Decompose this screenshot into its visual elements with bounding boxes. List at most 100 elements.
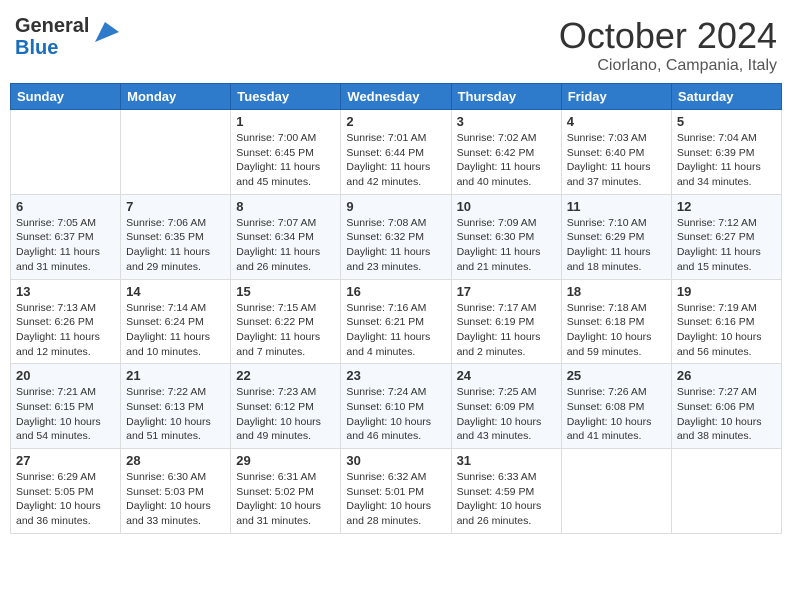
table-row: 30 Sunrise: 6:32 AMSunset: 5:01 PMDayligh… — [341, 449, 451, 534]
day-info: Sunrise: 7:14 AMSunset: 6:24 PMDaylight:… — [126, 301, 225, 360]
day-info: Sunrise: 7:27 AMSunset: 6:06 PMDaylight:… — [677, 385, 776, 444]
day-info: Sunrise: 7:17 AMSunset: 6:19 PMDaylight:… — [457, 301, 556, 360]
table-row — [561, 449, 671, 534]
logo-icon — [91, 18, 119, 46]
day-number: 18 — [567, 284, 666, 299]
calendar-week-row: 1 Sunrise: 7:00 AMSunset: 6:45 PMDaylight… — [11, 110, 782, 195]
col-thursday: Thursday — [451, 84, 561, 110]
day-info: Sunrise: 7:02 AMSunset: 6:42 PMDaylight:… — [457, 131, 556, 190]
day-info: Sunrise: 6:30 AMSunset: 5:03 PMDaylight:… — [126, 470, 225, 529]
day-info: Sunrise: 6:31 AMSunset: 5:02 PMDaylight:… — [236, 470, 335, 529]
month-year: October 2024 — [559, 15, 777, 57]
day-info: Sunrise: 7:21 AMSunset: 6:15 PMDaylight:… — [16, 385, 115, 444]
table-row: 3Sunrise: 7:02 AMSunset: 6:42 PMDaylight… — [451, 110, 561, 195]
table-row: 28 Sunrise: 6:30 AMSunset: 5:03 PMDayligh… — [121, 449, 231, 534]
day-number: 13 — [16, 284, 115, 299]
day-number: 14 — [126, 284, 225, 299]
day-number: 25 — [567, 368, 666, 383]
calendar-table: Sunday Monday Tuesday Wednesday Thursday… — [10, 83, 782, 534]
day-number: 9 — [346, 199, 445, 214]
col-tuesday: Tuesday — [231, 84, 341, 110]
day-info: Sunrise: 7:19 AMSunset: 6:16 PMDaylight:… — [677, 301, 776, 360]
day-number: 15 — [236, 284, 335, 299]
day-info: Sunrise: 7:12 AMSunset: 6:27 PMDaylight:… — [677, 216, 776, 275]
day-number: 29 — [236, 453, 335, 468]
table-row: 24Sunrise: 7:25 AMSunset: 6:09 PMDayligh… — [451, 364, 561, 449]
col-wednesday: Wednesday — [341, 84, 451, 110]
day-number: 11 — [567, 199, 666, 214]
col-friday: Friday — [561, 84, 671, 110]
calendar-header-row: Sunday Monday Tuesday Wednesday Thursday… — [11, 84, 782, 110]
table-row: 26Sunrise: 7:27 AMSunset: 6:06 PMDayligh… — [671, 364, 781, 449]
day-info: Sunrise: 7:22 AMSunset: 6:13 PMDaylight:… — [126, 385, 225, 444]
title-block: October 2024 Ciorlano, Campania, Italy — [559, 15, 777, 75]
day-info: Sunrise: 7:24 AMSunset: 6:10 PMDaylight:… — [346, 385, 445, 444]
table-row: 8Sunrise: 7:07 AMSunset: 6:34 PMDaylight… — [231, 194, 341, 279]
table-row: 21Sunrise: 7:22 AMSunset: 6:13 PMDayligh… — [121, 364, 231, 449]
day-info: Sunrise: 7:06 AMSunset: 6:35 PMDaylight:… — [126, 216, 225, 275]
table-row: 7 Sunrise: 7:06 AMSunset: 6:35 PMDaylight… — [121, 194, 231, 279]
day-number: 31 — [457, 453, 556, 468]
table-row: 27Sunrise: 6:29 AMSunset: 5:05 PMDayligh… — [11, 449, 121, 534]
day-info: Sunrise: 7:03 AMSunset: 6:40 PMDaylight:… — [567, 131, 666, 190]
day-info: Sunrise: 7:25 AMSunset: 6:09 PMDaylight:… — [457, 385, 556, 444]
day-number: 23 — [346, 368, 445, 383]
table-row: 15Sunrise: 7:15 AMSunset: 6:22 PMDayligh… — [231, 279, 341, 364]
day-info: Sunrise: 6:32 AMSunset: 5:01 PMDaylight:… — [346, 470, 445, 529]
day-number: 20 — [16, 368, 115, 383]
table-row: 10 Sunrise: 7:09 AMSunset: 6:30 PMDayligh… — [451, 194, 561, 279]
calendar-week-row: 13 Sunrise: 7:13 AMSunset: 6:26 PMDayligh… — [11, 279, 782, 364]
day-info: Sunrise: 7:04 AMSunset: 6:39 PMDaylight:… — [677, 131, 776, 190]
calendar-week-row: 6Sunrise: 7:05 AMSunset: 6:37 PMDaylight… — [11, 194, 782, 279]
table-row: 20 Sunrise: 7:21 AMSunset: 6:15 PMDayligh… — [11, 364, 121, 449]
page-header: General Blue October 2024 Ciorlano, Camp… — [10, 10, 782, 75]
table-row — [11, 110, 121, 195]
table-row: 22Sunrise: 7:23 AMSunset: 6:12 PMDayligh… — [231, 364, 341, 449]
calendar-week-row: 20 Sunrise: 7:21 AMSunset: 6:15 PMDayligh… — [11, 364, 782, 449]
table-row — [121, 110, 231, 195]
day-number: 22 — [236, 368, 335, 383]
day-number: 1 — [236, 114, 335, 129]
table-row: 17 Sunrise: 7:17 AMSunset: 6:19 PMDayligh… — [451, 279, 561, 364]
day-info: Sunrise: 7:13 AMSunset: 6:26 PMDaylight:… — [16, 301, 115, 360]
table-row: 5 Sunrise: 7:04 AMSunset: 6:39 PMDaylight… — [671, 110, 781, 195]
table-row: 6Sunrise: 7:05 AMSunset: 6:37 PMDaylight… — [11, 194, 121, 279]
day-info: Sunrise: 6:29 AMSunset: 5:05 PMDaylight:… — [16, 470, 115, 529]
table-row: 13 Sunrise: 7:13 AMSunset: 6:26 PMDayligh… — [11, 279, 121, 364]
day-info: Sunrise: 7:16 AMSunset: 6:21 PMDaylight:… — [346, 301, 445, 360]
day-info: Sunrise: 7:09 AMSunset: 6:30 PMDaylight:… — [457, 216, 556, 275]
table-row: 1 Sunrise: 7:00 AMSunset: 6:45 PMDaylight… — [231, 110, 341, 195]
day-number: 2 — [346, 114, 445, 129]
day-number: 30 — [346, 453, 445, 468]
table-row: 31Sunrise: 6:33 AMSunset: 4:59 PMDayligh… — [451, 449, 561, 534]
table-row: 23 Sunrise: 7:24 AMSunset: 6:10 PMDayligh… — [341, 364, 451, 449]
day-info: Sunrise: 7:26 AMSunset: 6:08 PMDaylight:… — [567, 385, 666, 444]
day-number: 17 — [457, 284, 556, 299]
logo-blue: Blue — [15, 37, 58, 59]
table-row: 14 Sunrise: 7:14 AMSunset: 6:24 PMDayligh… — [121, 279, 231, 364]
day-number: 5 — [677, 114, 776, 129]
day-info: Sunrise: 7:08 AMSunset: 6:32 PMDaylight:… — [346, 216, 445, 275]
table-row — [671, 449, 781, 534]
col-saturday: Saturday — [671, 84, 781, 110]
table-row: 12Sunrise: 7:12 AMSunset: 6:27 PMDayligh… — [671, 194, 781, 279]
day-number: 7 — [126, 199, 225, 214]
day-number: 28 — [126, 453, 225, 468]
table-row: 29 Sunrise: 6:31 AMSunset: 5:02 PMDayligh… — [231, 449, 341, 534]
day-info: Sunrise: 7:10 AMSunset: 6:29 PMDaylight:… — [567, 216, 666, 275]
table-row: 25 Sunrise: 7:26 AMSunset: 6:08 PMDayligh… — [561, 364, 671, 449]
day-info: Sunrise: 7:00 AMSunset: 6:45 PMDaylight:… — [236, 131, 335, 190]
logo-general: General — [15, 15, 89, 37]
day-info: Sunrise: 7:18 AMSunset: 6:18 PMDaylight:… — [567, 301, 666, 360]
table-row: 2 Sunrise: 7:01 AMSunset: 6:44 PMDaylight… — [341, 110, 451, 195]
table-row: 19Sunrise: 7:19 AMSunset: 6:16 PMDayligh… — [671, 279, 781, 364]
day-number: 16 — [346, 284, 445, 299]
col-sunday: Sunday — [11, 84, 121, 110]
table-row: 9 Sunrise: 7:08 AMSunset: 6:32 PMDaylight… — [341, 194, 451, 279]
day-info: Sunrise: 7:01 AMSunset: 6:44 PMDaylight:… — [346, 131, 445, 190]
location: Ciorlano, Campania, Italy — [559, 57, 777, 75]
table-row: 11 Sunrise: 7:10 AMSunset: 6:29 PMDayligh… — [561, 194, 671, 279]
calendar-week-row: 27Sunrise: 6:29 AMSunset: 5:05 PMDayligh… — [11, 449, 782, 534]
day-number: 10 — [457, 199, 556, 214]
logo: General Blue — [15, 15, 119, 59]
